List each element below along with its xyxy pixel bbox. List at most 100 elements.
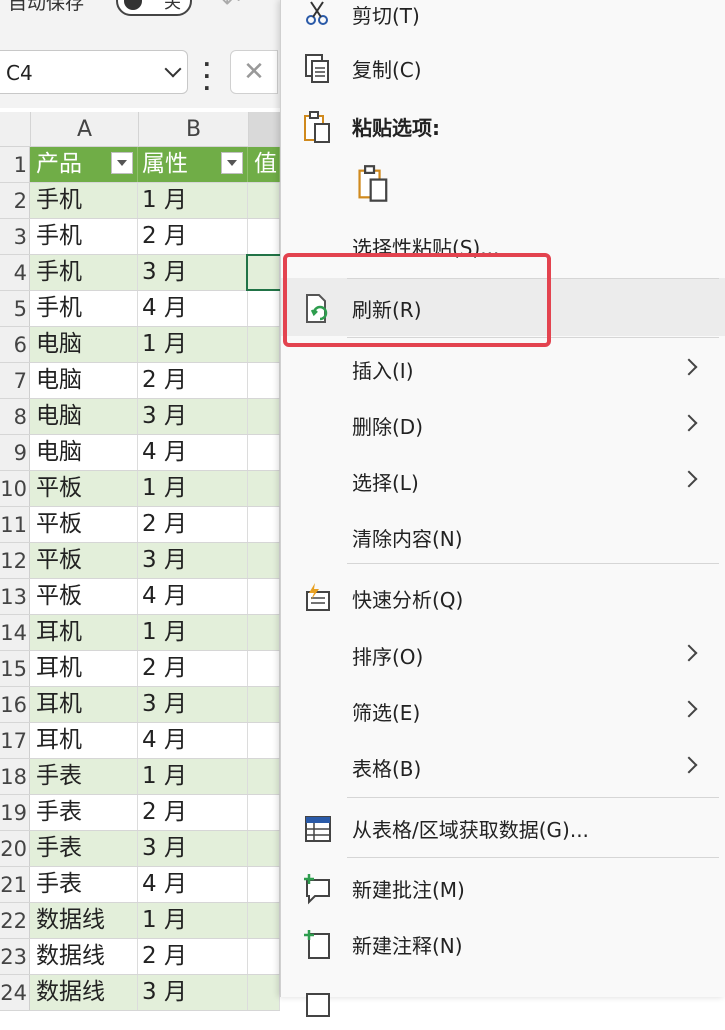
menu-item-partial[interactable] <box>281 976 725 1030</box>
menu-item-copy[interactable]: 复制(C) <box>281 40 725 94</box>
menu-item-sort[interactable]: 排序(O) <box>281 627 725 681</box>
menu-item-new-note[interactable]: 新建注释(N) <box>281 916 725 970</box>
cell-value[interactable] <box>248 327 280 362</box>
cell-value[interactable] <box>248 795 280 830</box>
header-cell-attribute[interactable]: 属性 <box>138 147 248 182</box>
cell-product[interactable]: 手表 <box>30 831 138 866</box>
menu-item-delete[interactable]: 删除(D) <box>281 397 725 451</box>
cell-product[interactable]: 耳机 <box>30 723 138 758</box>
row-number[interactable]: 4 <box>0 255 30 290</box>
cell-value[interactable] <box>248 507 280 542</box>
cell-value[interactable] <box>248 579 280 614</box>
cell-value[interactable] <box>248 183 280 218</box>
cell-attribute[interactable]: 3 月 <box>138 975 248 1010</box>
cell-value[interactable] <box>248 399 280 434</box>
menu-item-insert[interactable]: 插入(I) <box>281 341 725 395</box>
column-header-c[interactable] <box>248 112 280 146</box>
cell-product[interactable]: 电脑 <box>30 363 138 398</box>
cell-value[interactable] <box>248 291 280 326</box>
cell-attribute[interactable]: 3 月 <box>138 831 248 866</box>
chevron-down-icon[interactable] <box>164 60 182 78</box>
row-number[interactable]: 13 <box>0 579 30 614</box>
menu-item-clear-contents[interactable]: 清除内容(N) <box>281 509 725 563</box>
cell-attribute[interactable]: 3 月 <box>138 687 248 722</box>
cell-product[interactable]: 平板 <box>30 543 138 578</box>
filter-dropdown-icon[interactable] <box>111 152 133 174</box>
cell-attribute[interactable]: 2 月 <box>138 651 248 686</box>
cell-attribute[interactable]: 2 月 <box>138 795 248 830</box>
cell-attribute[interactable]: 1 月 <box>138 327 248 362</box>
cell-product[interactable]: 耳机 <box>30 615 138 650</box>
row-number[interactable]: 6 <box>0 327 30 362</box>
row-number[interactable]: 2 <box>0 183 30 218</box>
select-all-corner[interactable] <box>0 112 30 146</box>
column-header-a[interactable]: A <box>30 112 138 146</box>
cell-product[interactable]: 耳机 <box>30 651 138 686</box>
cell-product[interactable]: 耳机 <box>30 687 138 722</box>
row-number[interactable]: 18 <box>0 759 30 794</box>
cell-value[interactable] <box>248 975 280 1010</box>
cancel-icon[interactable]: ✕ <box>230 50 278 94</box>
cell-attribute[interactable]: 4 月 <box>138 291 248 326</box>
cell-value[interactable] <box>248 867 280 902</box>
row-number[interactable]: 20 <box>0 831 30 866</box>
cell-attribute[interactable]: 3 月 <box>138 543 248 578</box>
cell-attribute[interactable]: 2 月 <box>138 363 248 398</box>
cell-value[interactable] <box>248 723 280 758</box>
cell-product[interactable]: 手机 <box>30 183 138 218</box>
header-cell-product[interactable]: 产品 <box>30 147 138 182</box>
cell-product[interactable]: 平板 <box>30 579 138 614</box>
cell-attribute[interactable]: 2 月 <box>138 507 248 542</box>
row-number[interactable]: 10 <box>0 471 30 506</box>
cell-value[interactable] <box>248 543 280 578</box>
row-number[interactable]: 3 <box>0 219 30 254</box>
cell-value[interactable] <box>248 651 280 686</box>
autosave-toggle[interactable]: 关 <box>116 0 192 16</box>
cell-attribute[interactable]: 4 月 <box>138 723 248 758</box>
cell-value[interactable] <box>248 435 280 470</box>
row-number[interactable]: 15 <box>0 651 30 686</box>
filter-dropdown-icon[interactable] <box>221 152 243 174</box>
menu-item-filter[interactable]: 筛选(E) <box>281 683 725 737</box>
cell-value[interactable] <box>248 363 280 398</box>
cell-attribute[interactable]: 2 月 <box>138 219 248 254</box>
cell-product[interactable]: 数据线 <box>30 903 138 938</box>
row-number[interactable]: 22 <box>0 903 30 938</box>
cell-value[interactable] <box>248 219 280 254</box>
cell-attribute[interactable]: 1 月 <box>138 615 248 650</box>
cell-product[interactable]: 平板 <box>30 507 138 542</box>
more-options-icon[interactable]: · · · <box>203 54 211 98</box>
cell-value[interactable] <box>248 687 280 722</box>
cell-product[interactable]: 手表 <box>30 759 138 794</box>
cell-attribute[interactable]: 2 月 <box>138 939 248 974</box>
cell-product[interactable]: 电脑 <box>30 435 138 470</box>
undo-icon[interactable]: ↶ <box>222 0 240 15</box>
cell-product[interactable]: 平板 <box>30 471 138 506</box>
row-number[interactable]: 23 <box>0 939 30 974</box>
menu-item-get-data[interactable]: 从表格/区域获取数据(G)... <box>281 800 725 854</box>
cell-product[interactable]: 手机 <box>30 255 138 290</box>
cell-product[interactable]: 电脑 <box>30 399 138 434</box>
cell-attribute[interactable]: 4 月 <box>138 579 248 614</box>
menu-item-new-comment[interactable]: 新建批注(M) <box>281 860 725 914</box>
menu-item-select[interactable]: 选择(L) <box>281 453 725 507</box>
row-number[interactable]: 16 <box>0 687 30 722</box>
menu-item-quick-analysis[interactable]: 快速分析(Q) <box>281 570 725 624</box>
cell-attribute[interactable]: 1 月 <box>138 471 248 506</box>
menu-item-table[interactable]: 表格(B) <box>281 739 725 793</box>
cell-value[interactable] <box>248 939 280 974</box>
row-number[interactable]: 1 <box>0 147 30 182</box>
cell-attribute[interactable]: 4 月 <box>138 867 248 902</box>
row-number[interactable]: 24 <box>0 975 30 1010</box>
cell-product[interactable]: 数据线 <box>30 939 138 974</box>
cell-value[interactable] <box>248 471 280 506</box>
row-number[interactable]: 11 <box>0 507 30 542</box>
row-number[interactable]: 9 <box>0 435 30 470</box>
cell-attribute[interactable]: 4 月 <box>138 435 248 470</box>
cell-value[interactable] <box>248 903 280 938</box>
row-number[interactable]: 12 <box>0 543 30 578</box>
cell-product[interactable]: 手机 <box>30 291 138 326</box>
row-number[interactable]: 7 <box>0 363 30 398</box>
cell-value[interactable] <box>248 831 280 866</box>
cell-attribute[interactable]: 3 月 <box>138 255 248 290</box>
